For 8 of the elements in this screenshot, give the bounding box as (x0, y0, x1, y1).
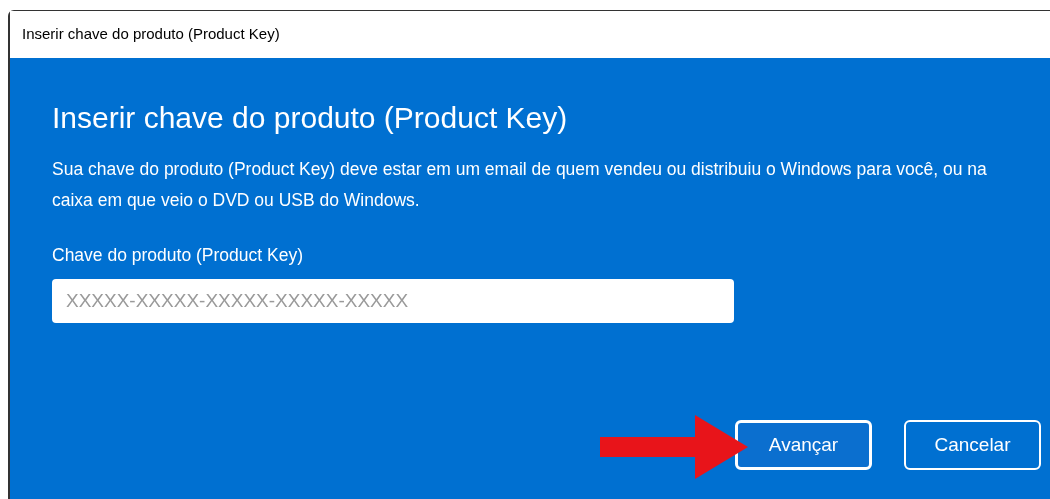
dialog-button[interactable]: Avançar (735, 420, 872, 470)
product-key-field[interactable]: XXXXX-XXXXX-XXXXX-XXXXX-XXXXX (52, 279, 734, 324)
window-title: Inserir chave do produto (Product Key) (22, 24, 280, 45)
dialog-button[interactable]: Cancelar (904, 420, 1041, 470)
field-label: Chave do produto (Product Key) (52, 244, 303, 267)
dialog-description: Sua chave do produto (Product Key) deve estar em um email de quem vendeu ou distribuiu o Windows para você, ou na caixa em que veio o DVD ou USB do Windows. (52, 158, 988, 212)
dialog-heading: Inserir chave do produto (Product Key) (52, 100, 569, 136)
arrow-icon (600, 415, 750, 479)
